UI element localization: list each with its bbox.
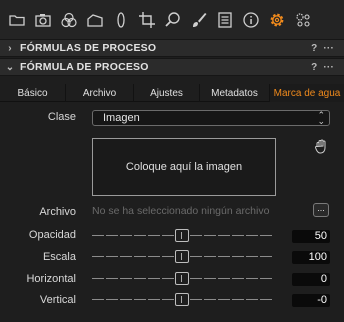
brush-icon[interactable] [186,0,212,40]
crop-icon[interactable] [134,0,160,40]
section-header-formulas[interactable]: › FÓRMULAS DE PROCESO ? ··· [0,39,344,57]
file-value: No se ha seleccionado ningún archivo [92,205,270,217]
browse-file-button[interactable]: ... [313,203,329,217]
chevron-down-icon[interactable]: ⌄ [0,62,20,73]
slider-thumb[interactable] [175,229,189,242]
horizontal-label: Horizontal [26,273,76,285]
folder-icon[interactable] [4,0,30,40]
section-title: FÓRMULA DE PROCESO [20,61,149,73]
vertical-label: Vertical [39,294,76,306]
class-label: Clase [47,111,76,123]
help-button[interactable]: ? [311,62,317,73]
scale-value[interactable]: 100 [292,251,330,264]
tab-basico[interactable]: Básico [0,84,66,102]
tab-marca-de-agua[interactable]: Marca de agua [270,84,344,102]
more-options-button[interactable]: ··· [323,43,334,54]
class-select[interactable]: Imagen ⌃ ⌄ [92,110,330,126]
gear-icon[interactable] [264,0,290,40]
tab-ajustes[interactable]: Ajustes [134,84,200,102]
shape-icon[interactable] [82,0,108,40]
camera-icon[interactable] [30,0,56,40]
search-icon[interactable] [160,0,186,40]
section-header-formula[interactable]: ⌄ FÓRMULA DE PROCESO ? ··· [0,58,344,76]
select-arrows-icon: ⌃ ⌄ [317,110,325,126]
tab-archivo[interactable]: Archivo [66,84,134,102]
opacity-label: Opacidad [28,229,76,241]
tab-metadatos[interactable]: Metadatos [200,84,270,102]
slider-thumb[interactable] [175,293,189,306]
horizontal-value[interactable]: 0 [292,273,330,286]
horizontal-slider[interactable] [92,271,272,287]
more-options-button[interactable]: ··· [323,62,334,73]
color-circles-icon[interactable] [56,0,82,40]
lens-icon[interactable] [108,0,134,40]
slider-thumb[interactable] [175,250,189,263]
vertical-slider[interactable] [92,292,272,308]
slider-thumb[interactable] [175,272,189,285]
image-drop-zone[interactable]: Coloque aquí la imagen [92,138,276,196]
batch-icon[interactable] [290,0,316,40]
scale-label: Escala [42,251,76,263]
help-button[interactable]: ? [311,43,317,54]
scale-slider[interactable] [92,249,272,265]
vertical-value[interactable]: -0 [292,294,330,307]
drop-zone-text: Coloque aquí la imagen [125,161,243,173]
tool-tabs-bar [0,0,344,40]
opacity-slider[interactable] [92,228,272,244]
file-label: Archivo [39,206,76,218]
hand-pointer-icon[interactable] [314,138,330,154]
recipe-tabs: Básico Archivo Ajustes Metadatos Marca d… [0,84,344,102]
opacity-value[interactable]: 50 [292,230,330,243]
chevron-right-icon[interactable]: › [0,43,20,54]
class-select-value: Imagen [103,112,140,124]
section-title: FÓRMULAS DE PROCESO [20,42,157,54]
metadata-list-icon[interactable] [212,0,238,40]
info-icon[interactable] [238,0,264,40]
